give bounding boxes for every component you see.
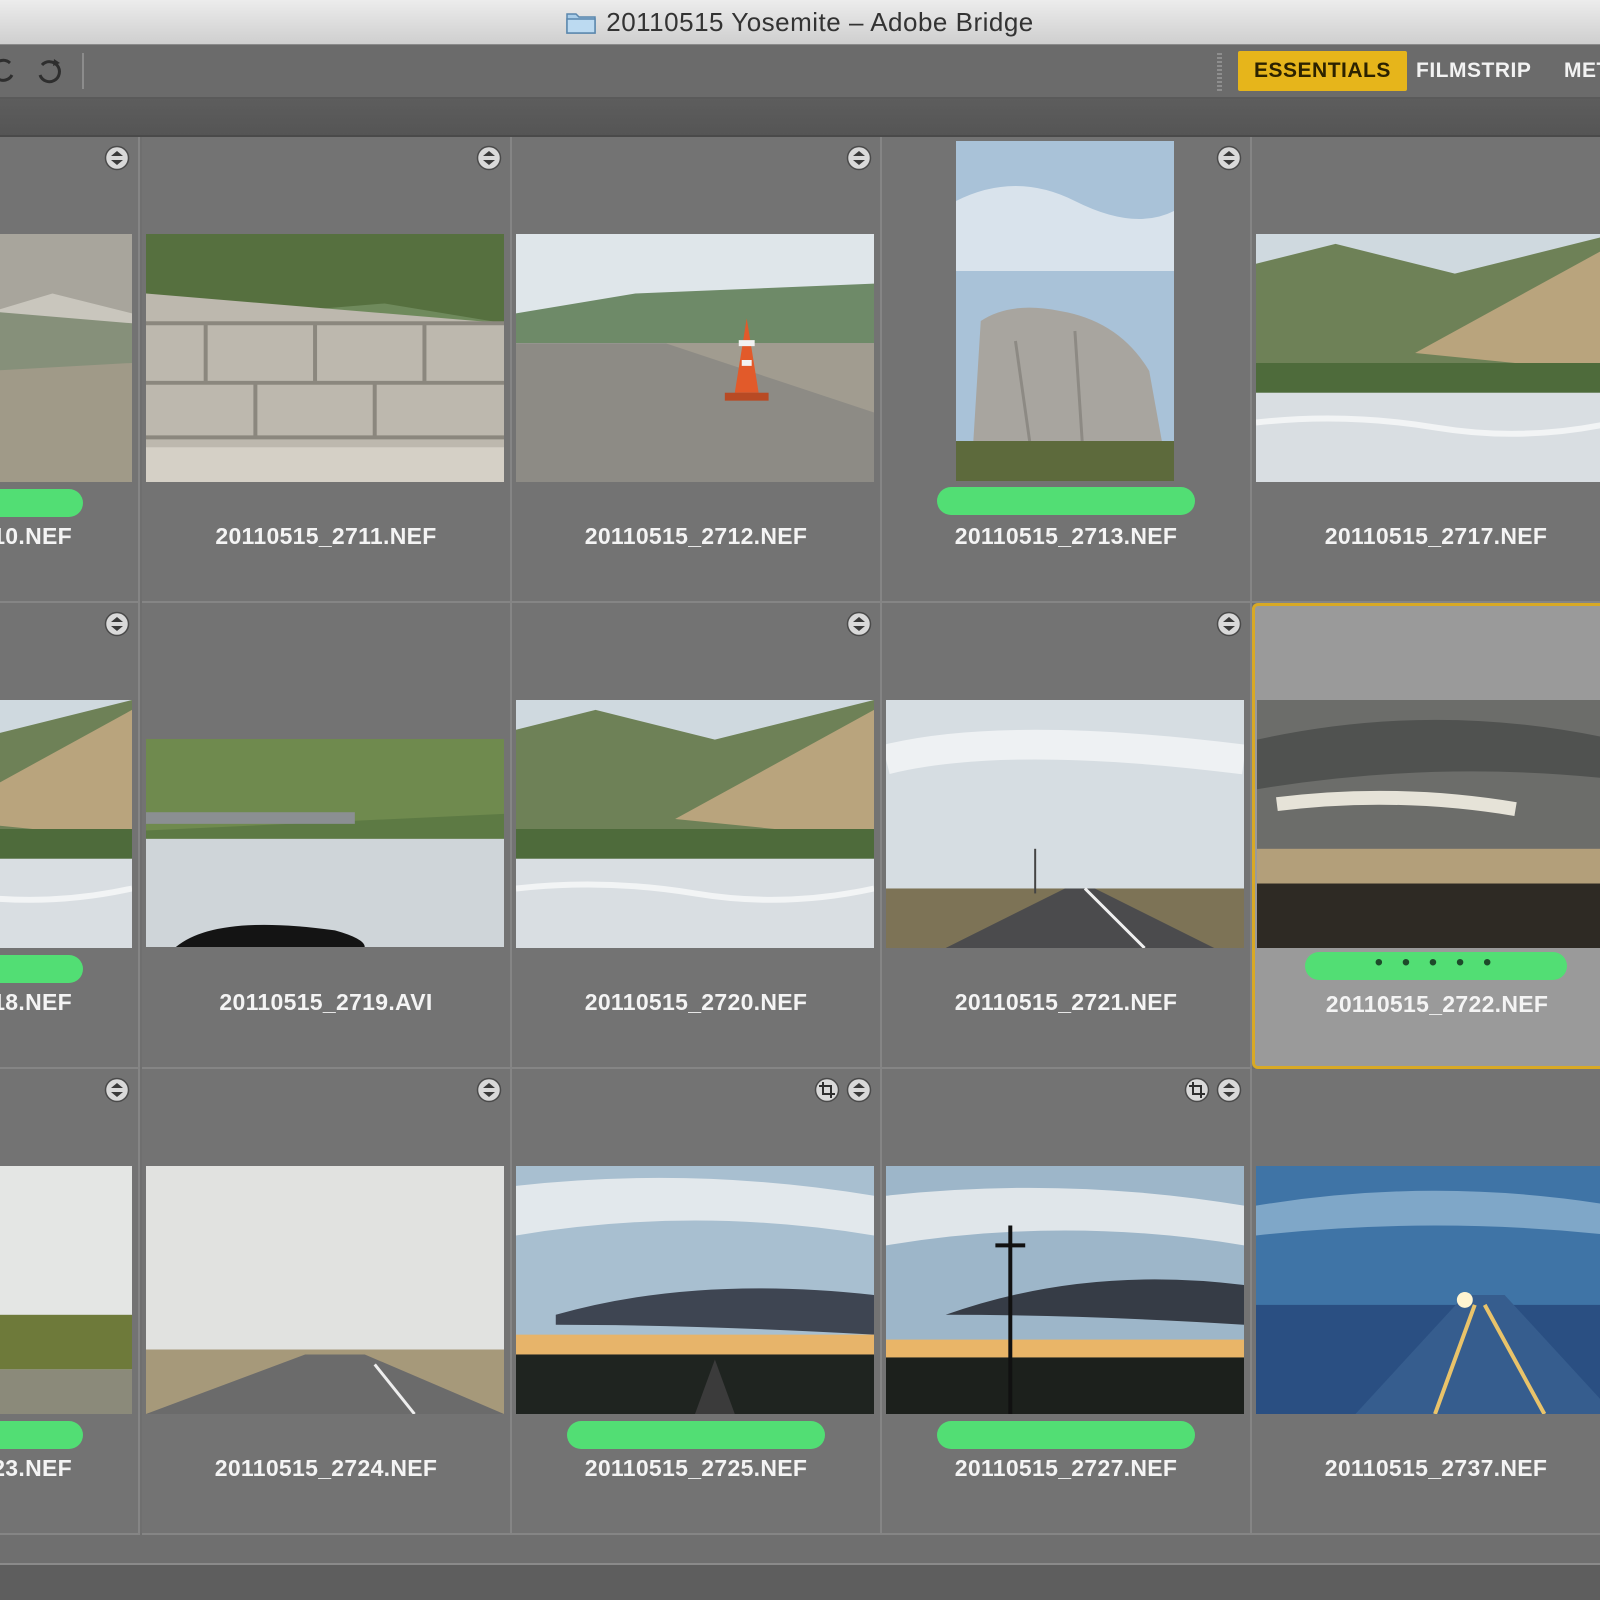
crop-badge-icon (1184, 1077, 1210, 1103)
color-label-bar (937, 487, 1195, 515)
thumbnail-filename: 20110515_2727.NEF (954, 1455, 1178, 1481)
thumbnail-cell[interactable]: 20110515_2727.NEF (882, 1069, 1252, 1535)
thumbnail-image[interactable] (0, 700, 132, 948)
thumbnail-filename: 18.NEF (0, 989, 72, 1015)
stack-expand-icon[interactable] (104, 145, 130, 171)
thumbnail-image[interactable] (886, 1166, 1244, 1414)
thumbnail-cell[interactable]: • • • • • 20110515_2722.NEF (1252, 603, 1600, 1069)
stack-expand-icon[interactable] (1216, 145, 1242, 171)
workspace-tab-metadata[interactable]: MET (1548, 51, 1600, 91)
thumbnail-cell[interactable]: 20110515_2711.NEF (142, 137, 512, 603)
stack-expand-icon[interactable] (476, 145, 502, 171)
thumbnail-filename: 20110515_2712.NEF (584, 523, 808, 549)
thumbnail-cell[interactable]: 20110515_2713.NEF (882, 137, 1252, 603)
thumbnail-cell[interactable]: 20110515_2721.NEF (882, 603, 1252, 1069)
thumbnail-filename: 23.NEF (0, 1455, 72, 1481)
toolbar: ESSENTIALS FILMSTRIP MET (0, 45, 1600, 99)
workspace-tab-essentials[interactable]: ESSENTIALS (1238, 51, 1407, 91)
stack-expand-icon[interactable] (104, 611, 130, 637)
thumbnail-cell[interactable]: 23.NEF (0, 1069, 140, 1535)
workspace-tab-filmstrip[interactable]: FILMSTRIP (1400, 51, 1547, 91)
thumbnail-cell[interactable]: 20110515_2712.NEF (512, 137, 882, 603)
title-bar: 20110515 Yosemite – Adobe Bridge (0, 0, 1600, 45)
thumbnail-filename: 20110515_2737.NEF (1324, 1455, 1548, 1481)
bridge-window: 20110515 Yosemite – Adobe Bridge ESSENTI… (0, 0, 1600, 1600)
thumbnail-image[interactable] (0, 234, 132, 482)
thumbnail-filename: 20110515_2720.NEF (584, 989, 808, 1015)
folder-icon (566, 10, 596, 34)
workspace-grip[interactable] (1217, 53, 1222, 91)
stack-expand-icon[interactable] (1216, 1077, 1242, 1103)
thumbnail-filename: 20110515_2719.AVI (219, 989, 433, 1015)
thumbnail-image[interactable] (146, 739, 504, 947)
thumbnail-cell[interactable]: 20110515_2725.NEF (512, 1069, 882, 1535)
status-bar (0, 1563, 1600, 1600)
thumbnail-image[interactable] (1257, 700, 1600, 948)
stack-expand-icon[interactable] (846, 1077, 872, 1103)
color-label-bar: • • • • • (1305, 951, 1567, 980)
stack-expand-icon[interactable] (1216, 611, 1242, 637)
crop-badge-icon (814, 1077, 840, 1103)
thumbnail-image[interactable] (1256, 1166, 1600, 1414)
thumbnail-filename: 20110515_2711.NEF (215, 523, 437, 549)
color-label-bar (567, 1421, 825, 1449)
thumbnail-filename: 20110515_2721.NEF (954, 989, 1178, 1015)
stack-expand-icon[interactable] (476, 1077, 502, 1103)
rotate-ccw-icon[interactable] (0, 55, 18, 85)
color-label-bar (0, 489, 83, 517)
stack-expand-icon[interactable] (846, 611, 872, 637)
thumbnail-image[interactable] (146, 1166, 504, 1414)
window-title: 20110515 Yosemite – Adobe Bridge (606, 6, 1034, 37)
thumbnail-cell[interactable]: 20110515_2720.NEF (512, 603, 882, 1069)
thumbnail-filename: 20110515_2722.NEF (1325, 991, 1549, 1017)
thumbnail-filename: 20110515_2725.NEF (584, 1455, 808, 1481)
content-grid: 10.NEF 20110515_2711.NEF 20110515_2712.N… (0, 137, 1600, 1563)
thumbnail-image[interactable] (886, 700, 1244, 948)
thumbnail-cell[interactable]: 20110515_2724.NEF (142, 1069, 512, 1535)
thumbnail-image[interactable] (1256, 234, 1600, 482)
path-bar (0, 99, 1600, 137)
thumbnail-cell[interactable]: 10.NEF (0, 137, 140, 603)
thumbnail-cell[interactable]: 18.NEF (0, 603, 140, 1069)
thumbnail-image[interactable] (516, 700, 874, 948)
thumbnail-image[interactable] (956, 141, 1174, 481)
toolbar-separator (82, 53, 84, 89)
color-label-bar (937, 1421, 1195, 1449)
color-label-bar (0, 1421, 83, 1449)
thumbnail-image[interactable] (146, 234, 504, 482)
thumbnail-cell[interactable]: 20110515_2737.NEF (1252, 1069, 1600, 1535)
thumbnail-filename: 20110515_2717.NEF (1324, 523, 1548, 549)
thumbnail-image[interactable] (516, 234, 874, 482)
thumbnail-image[interactable] (0, 1166, 132, 1414)
stack-expand-icon[interactable] (104, 1077, 130, 1103)
thumbnail-cell[interactable]: 20110515_2719.AVI (142, 603, 512, 1069)
thumbnail-filename: 20110515_2724.NEF (214, 1455, 438, 1481)
color-label-bar (0, 955, 83, 983)
thumbnail-image[interactable] (516, 1166, 874, 1414)
thumbnail-filename: 10.NEF (0, 523, 72, 549)
rotate-cw-icon[interactable] (34, 55, 64, 85)
stack-expand-icon[interactable] (846, 145, 872, 171)
thumbnail-cell[interactable]: 20110515_2717.NEF (1252, 137, 1600, 603)
thumbnail-filename: 20110515_2713.NEF (954, 523, 1178, 549)
